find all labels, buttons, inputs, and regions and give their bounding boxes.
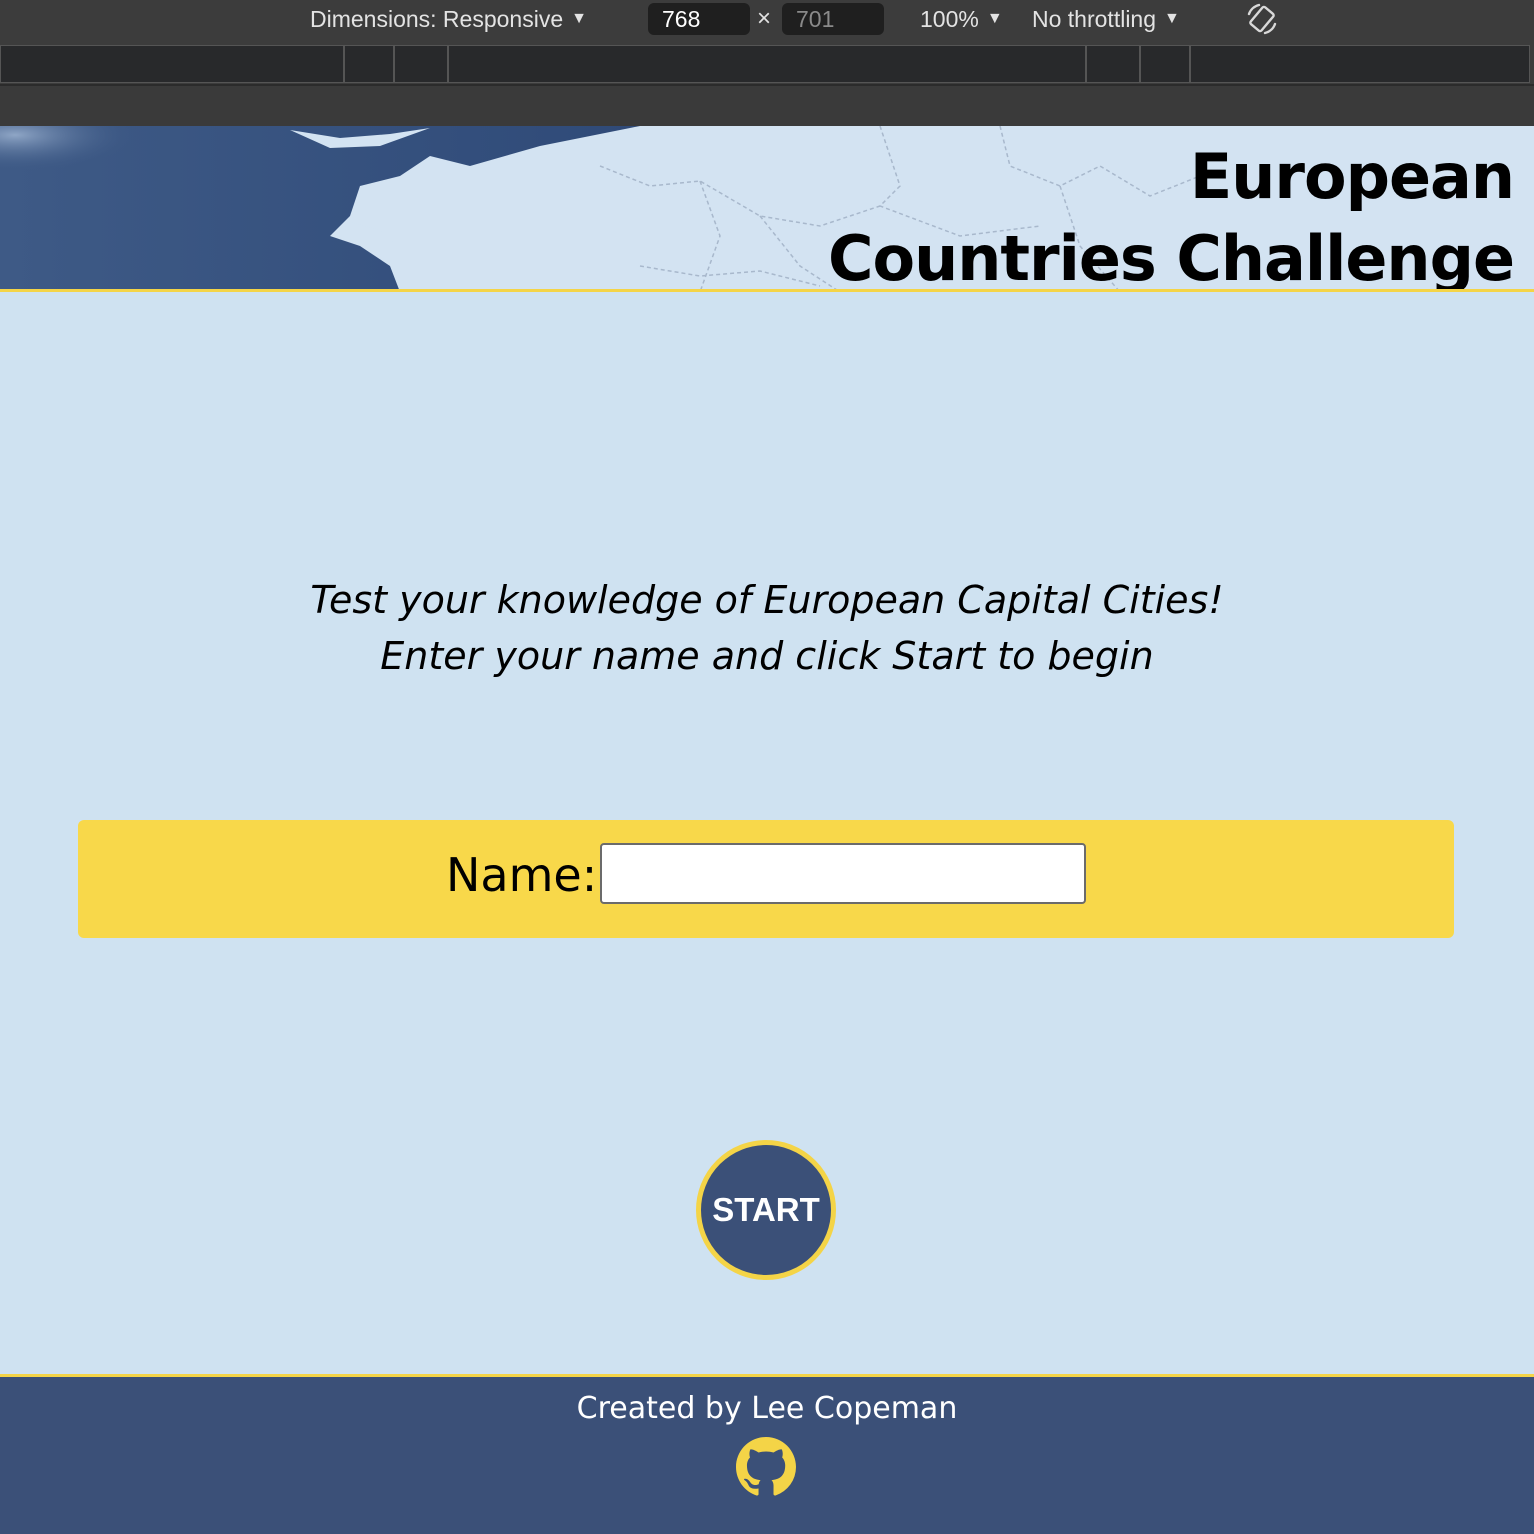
github-icon[interactable] [736,1437,796,1497]
page: European Countries Challenge Test your k… [0,126,1534,1534]
site-title-line1: European [1189,140,1515,213]
site-title: European Countries Challenge [828,136,1515,292]
site-header: European Countries Challenge [0,126,1534,292]
name-label: Name: [446,848,598,902]
name-form-panel: Name: [78,820,1454,938]
site-title-line2: Countries Challenge [828,222,1515,292]
zoom-dropdown[interactable]: 100% ▼ [920,0,1003,38]
height-input[interactable]: 701 [782,3,884,35]
footer-credit: Created by Lee Copeman [576,1391,958,1426]
media-query-segment[interactable] [0,45,344,83]
throttling-dropdown[interactable]: No throttling ▼ [1032,0,1180,38]
media-query-segment[interactable] [1140,45,1190,83]
zoom-label: 100% [920,5,979,32]
intro-text: Test your knowledge of European Capital … [0,572,1534,684]
media-query-bar [0,44,1534,84]
dimensions-label: Dimensions: Responsive [310,5,564,32]
media-query-segment[interactable] [394,45,448,83]
intro-line2: Enter your name and click Start to begin [380,634,1154,678]
chevron-down-icon: ▼ [571,10,587,27]
width-input[interactable]: 768 [648,3,750,35]
name-input[interactable] [600,843,1086,904]
site-footer: Created by Lee Copeman [0,1374,1534,1534]
devtools-toolbar: Dimensions: Responsive ▼ 768 × 701 100% … [0,0,1534,44]
media-query-segment[interactable] [344,45,394,83]
dimensions-dropdown[interactable]: Dimensions: Responsive ▼ [310,0,587,38]
throttling-label: No throttling [1032,5,1157,32]
media-query-segment[interactable] [448,45,1086,83]
chevron-down-icon: ▼ [986,10,1003,27]
chevron-down-icon: ▼ [1164,10,1180,27]
media-query-segment[interactable] [1086,45,1140,83]
media-query-segment[interactable] [1190,45,1530,83]
device-ruler [0,84,1534,126]
rotate-icon[interactable] [1243,0,1283,38]
times-symbol: × [757,5,772,32]
intro-line1: Test your knowledge of European Capital … [310,578,1224,622]
start-button[interactable]: START [696,1140,836,1280]
